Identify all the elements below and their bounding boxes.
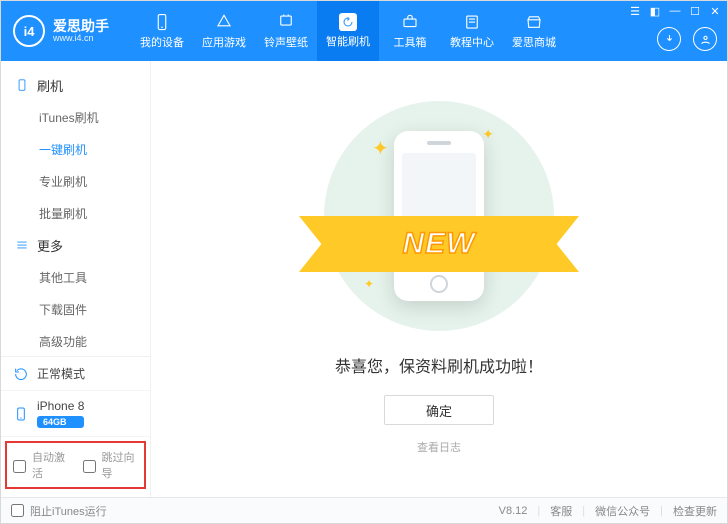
auto-activate-checkbox[interactable]	[13, 460, 26, 473]
nav-my-device[interactable]: 我的设备	[131, 1, 193, 61]
nav-label: 我的设备	[140, 34, 184, 50]
apps-icon	[214, 12, 234, 32]
new-ribbon: NEW	[299, 216, 579, 272]
sidebar-item-advanced[interactable]: 高级功能	[1, 325, 150, 356]
success-illustration: ✦ ✦ ✦ ✦ NEW	[324, 101, 554, 331]
phone-icon	[13, 406, 29, 422]
nav-label: 爱思商城	[512, 34, 556, 50]
brand: i4 爱思助手 www.i4.cn	[1, 15, 131, 47]
check-label: 阻止iTunes运行	[30, 503, 107, 519]
book-icon	[462, 12, 482, 32]
device-name: iPhone 8	[37, 399, 84, 413]
window-max-icon[interactable]: ☐	[689, 5, 701, 17]
device-mode[interactable]: 正常模式	[1, 357, 150, 391]
shop-icon	[524, 12, 544, 32]
window-skin-icon[interactable]: ◧	[649, 5, 661, 17]
check-label: 跳过向导	[102, 449, 139, 481]
nav-apps[interactable]: 应用游戏	[193, 1, 255, 61]
music-icon	[276, 12, 296, 32]
sidebar-item-pro-flash[interactable]: 专业刷机	[1, 165, 150, 197]
sidebar-cat-more: 更多	[1, 229, 150, 261]
nav-toolbox[interactable]: 工具箱	[379, 1, 441, 61]
window-min-icon[interactable]: —	[669, 5, 681, 17]
refresh-icon	[13, 366, 29, 382]
status-link-support[interactable]: 客服	[550, 503, 572, 519]
brand-subtitle: www.i4.cn	[53, 33, 109, 43]
window-close-icon[interactable]: ✕	[709, 5, 721, 17]
separator: |	[660, 505, 663, 517]
device-storage-badge: 64GB	[37, 416, 84, 428]
toolbox-icon	[400, 12, 420, 32]
ribbon-text: NEW	[403, 227, 476, 261]
account-button[interactable]	[693, 27, 717, 51]
sidebar-cat-label: 更多	[37, 236, 63, 255]
nav-label: 教程中心	[450, 34, 494, 50]
flash-icon	[339, 13, 357, 31]
separator: |	[537, 505, 540, 517]
main-content: ✦ ✦ ✦ ✦ NEW 恭喜您，保资料刷机成功啦！ 确定 查看日志	[151, 61, 727, 497]
nav-tutorials[interactable]: 教程中心	[441, 1, 503, 61]
status-link-wechat[interactable]: 微信公众号	[595, 503, 650, 519]
nav-label: 工具箱	[394, 34, 427, 50]
success-message: 恭喜您，保资料刷机成功啦！	[335, 353, 543, 377]
sidebar-item-batch-flash[interactable]: 批量刷机	[1, 197, 150, 229]
sidebar-item-download-firmware[interactable]: 下载固件	[1, 293, 150, 325]
mode-label: 正常模式	[37, 365, 85, 382]
block-itunes-checkbox[interactable]	[11, 504, 24, 517]
sparkle-icon: ✦	[372, 136, 389, 161]
sidebar-item-oneclick-flash[interactable]: 一键刷机	[1, 133, 150, 165]
options-highlight-box: 自动激活 跳过向导	[5, 441, 146, 489]
nav-label: 智能刷机	[326, 33, 370, 49]
auto-activate-check[interactable]: 自动激活	[13, 449, 69, 481]
ok-button[interactable]: 确定	[384, 395, 494, 425]
download-button[interactable]	[657, 27, 681, 51]
status-bar: 阻止iTunes运行 V8.12 | 客服 | 微信公众号 | 检查更新	[1, 497, 727, 523]
brand-logo: i4	[13, 15, 45, 47]
skip-wizard-checkbox[interactable]	[83, 460, 96, 473]
sidebar-cat-label: 刷机	[37, 76, 63, 95]
separator: |	[582, 505, 585, 517]
nav-label: 应用游戏	[202, 34, 246, 50]
version-label: V8.12	[499, 505, 528, 517]
sparkle-icon: ✦	[482, 126, 494, 143]
nav-flash[interactable]: 智能刷机	[317, 1, 379, 61]
device-icon	[152, 12, 172, 32]
sidebar: 刷机 iTunes刷机 一键刷机 专业刷机 批量刷机 更多 其他工具 下载固件 …	[1, 61, 151, 497]
phone-icon	[15, 78, 29, 92]
nav-mall[interactable]: 爱思商城	[503, 1, 565, 61]
app-header: i4 爱思助手 www.i4.cn 我的设备 应用游戏 铃声壁纸 智能刷机	[1, 1, 727, 61]
skip-wizard-check[interactable]: 跳过向导	[83, 449, 139, 481]
check-label: 自动激活	[32, 449, 69, 481]
more-icon	[15, 238, 29, 252]
nav-ringtones[interactable]: 铃声壁纸	[255, 1, 317, 61]
block-itunes-check[interactable]: 阻止iTunes运行	[11, 503, 107, 519]
sidebar-item-itunes-flash[interactable]: iTunes刷机	[1, 101, 150, 133]
window-controls: ☰ ◧ — ☐ ✕	[629, 5, 721, 17]
status-link-update[interactable]: 检查更新	[673, 503, 717, 519]
nav-label: 铃声壁纸	[264, 34, 308, 50]
sparkle-icon: ✦	[364, 277, 374, 291]
top-nav: 我的设备 应用游戏 铃声壁纸 智能刷机 工具箱 教程中心	[131, 1, 565, 61]
sidebar-item-other-tools[interactable]: 其他工具	[1, 261, 150, 293]
window-menu-icon[interactable]: ☰	[629, 5, 641, 17]
brand-title: 爱思助手	[53, 19, 109, 33]
view-log-link[interactable]: 查看日志	[417, 439, 461, 455]
sidebar-cat-flash: 刷机	[1, 69, 150, 101]
device-info[interactable]: iPhone 8 64GB	[1, 391, 150, 437]
